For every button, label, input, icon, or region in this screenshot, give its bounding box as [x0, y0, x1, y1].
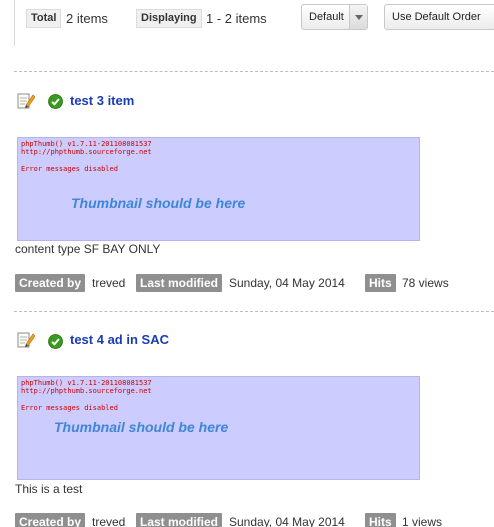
last-modified-label: Last modified: [136, 513, 223, 527]
sort-select-value: Default: [309, 11, 344, 23]
last-modified-value: Sunday, 04 May 2014: [229, 515, 345, 527]
thumbnail-url-text: http://phpthumb.sourceforge.net: [21, 387, 152, 395]
list-toolbar: Total 2 items Displaying 1 - 2 items Def…: [0, 0, 494, 46]
item-description: This is a test: [15, 482, 83, 496]
created-by-value: treved: [92, 276, 126, 290]
item-meta: Created by treved Last modified Sunday, …: [15, 274, 494, 294]
item-divider: [14, 71, 494, 72]
total-label: Total: [26, 9, 62, 28]
last-modified-value: Sunday, 04 May 2014: [229, 276, 345, 290]
published-check-icon[interactable]: [48, 334, 63, 349]
thumbnail-placeholder-message: Thumbnail should be here: [54, 419, 229, 435]
item-meta: Created by treved Last modified Sunday, …: [15, 513, 494, 527]
created-by-value: treved: [92, 515, 126, 527]
created-by-label: Created by: [15, 274, 86, 292]
created-by-label: Created by: [15, 513, 86, 527]
hits-label: Hits: [365, 513, 396, 527]
thumbnail-url-text: http://phpthumb.sourceforge.net: [21, 148, 152, 156]
thumbnail-version-text: phpThumb() v1.7.11-201108081537: [21, 140, 152, 148]
hits-label: Hits: [365, 274, 396, 292]
hits-value: 1 views: [402, 515, 443, 527]
edit-icon[interactable]: [17, 92, 35, 109]
total-value: 2 items: [66, 11, 108, 26]
item-divider: [14, 311, 494, 312]
chevron-down-icon[interactable]: [349, 5, 367, 29]
thumbnail-error-text: Error messages disabled: [21, 165, 118, 173]
edit-icon[interactable]: [17, 331, 35, 348]
item-thumbnail[interactable]: phpThumb() v1.7.11-201108081537 http://p…: [17, 137, 420, 241]
thumbnail-placeholder-message: Thumbnail should be here: [71, 195, 246, 211]
published-check-icon[interactable]: [48, 94, 63, 109]
sort-select[interactable]: Default: [301, 4, 368, 30]
default-order-button[interactable]: Use Default Order: [384, 4, 494, 30]
item-description: content type SF BAY ONLY: [15, 242, 161, 256]
item-thumbnail[interactable]: phpThumb() v1.7.11-201108081537 http://p…: [17, 376, 420, 480]
thumbnail-version-text: phpThumb() v1.7.11-201108081537: [21, 379, 152, 387]
item-title-link[interactable]: test 3 item: [70, 93, 134, 109]
displaying-value: 1 - 2 items: [206, 11, 267, 26]
last-modified-label: Last modified: [136, 274, 223, 292]
default-order-label: Use Default Order: [392, 11, 481, 23]
thumbnail-error-text: Error messages disabled: [21, 404, 118, 412]
displaying-label: Displaying: [136, 9, 202, 28]
hits-value: 78 views: [402, 276, 449, 290]
item-title-link[interactable]: test 4 ad in SAC: [70, 332, 169, 348]
